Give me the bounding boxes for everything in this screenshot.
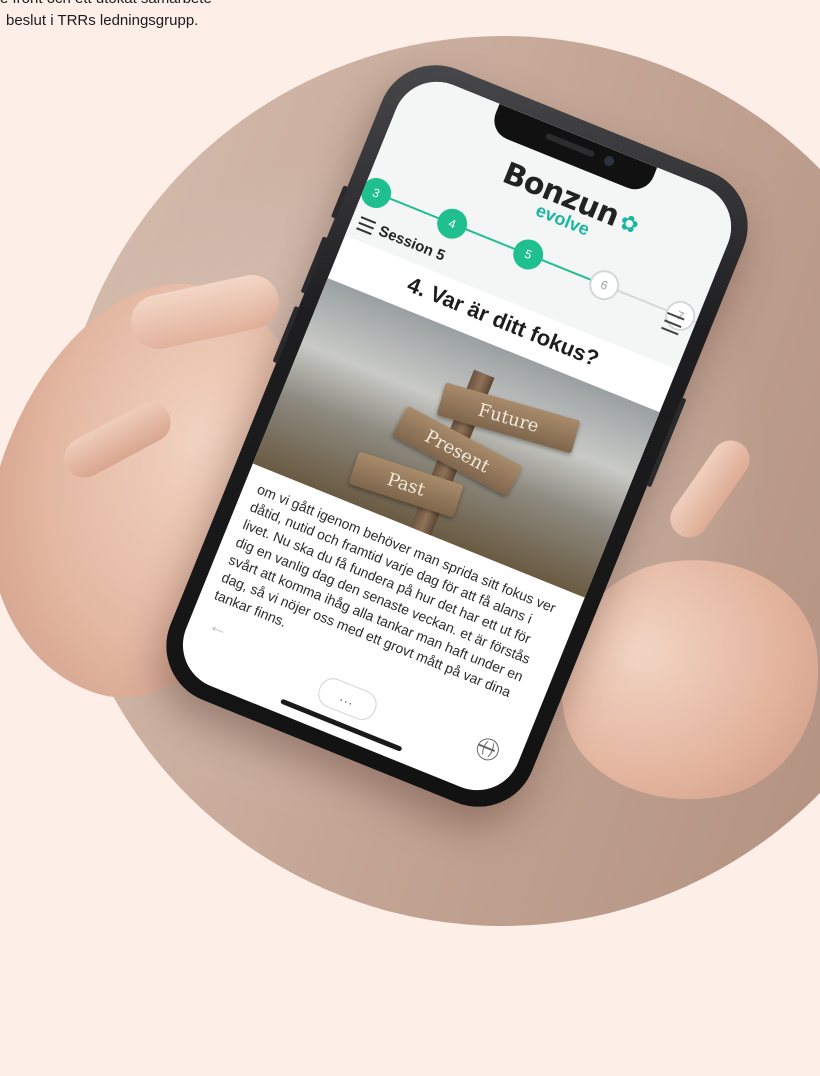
step-5[interactable]: 5 [508,234,548,274]
intro-line-2: beslut i TRRs ledningsgrupp. [6,12,199,29]
butterfly-icon: ✿ [616,208,643,239]
step-4[interactable]: 4 [432,204,472,244]
intro-text: e front och ett utökat samarbete beslut … [0,0,320,32]
session-list-icon[interactable] [356,216,377,236]
globe-icon[interactable] [473,735,503,764]
intro-line-1: e front och ett utökat samarbete [0,0,320,10]
arrow-left-icon[interactable]: ← [205,614,232,643]
front-camera [602,154,616,168]
step-6[interactable]: 6 [584,265,624,305]
